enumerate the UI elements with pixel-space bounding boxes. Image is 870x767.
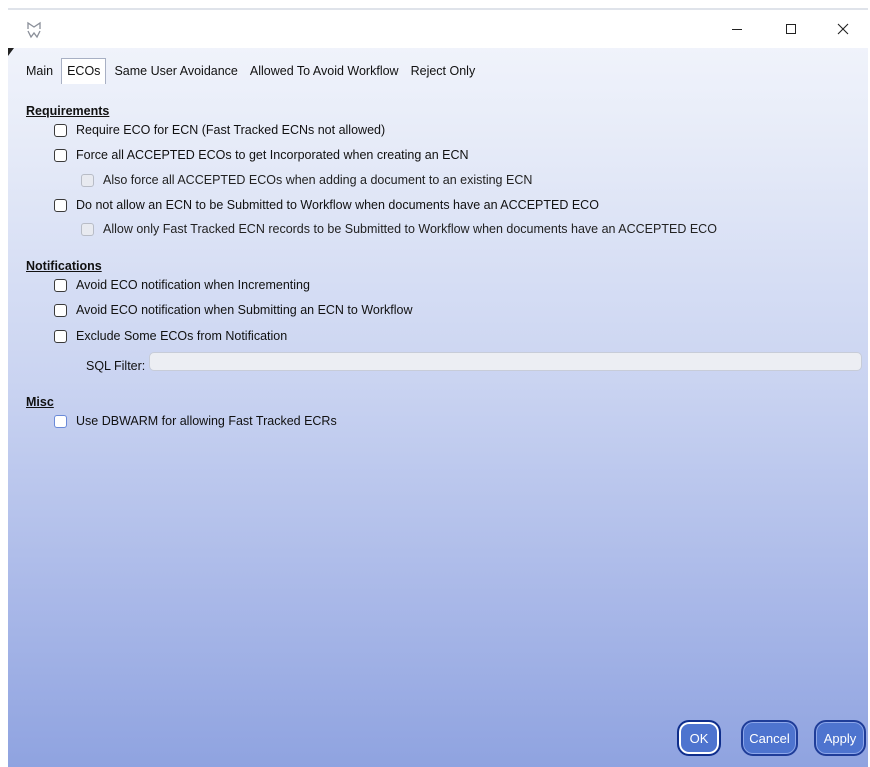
option-label: Require ECO for ECN (Fast Tracked ECNs n… <box>76 123 386 137</box>
close-button[interactable] <box>820 10 866 48</box>
checkbox[interactable] <box>54 278 67 292</box>
option-use-dbwarm[interactable]: Use DBWARM for allowing Fast Tracked ECR… <box>54 414 337 428</box>
checkbox[interactable] <box>54 123 67 137</box>
maximize-button[interactable] <box>768 10 814 48</box>
option-allow-fast-tracked-only: Allow only Fast Tracked ECN records to b… <box>81 222 717 236</box>
minimize-icon <box>732 29 742 30</box>
option-label: Avoid ECO notification when Submitting a… <box>76 303 413 317</box>
option-label: Avoid ECO notification when Incrementing <box>76 278 310 292</box>
section-title-notifications: Notifications <box>26 259 102 273</box>
section-title-requirements: Requirements <box>26 104 110 118</box>
app-logo-icon <box>27 21 41 39</box>
option-label: Do not allow an ECN to be Submitted to W… <box>76 198 599 212</box>
checkbox[interactable] <box>54 329 67 343</box>
option-require-eco[interactable]: Require ECO for ECN (Fast Tracked ECNs n… <box>54 123 385 137</box>
checkbox[interactable] <box>54 414 67 428</box>
minimize-button[interactable] <box>714 10 760 48</box>
settings-window: Main ECOs Same User Avoidance Allowed To… <box>8 8 868 767</box>
title-bar <box>8 10 868 48</box>
option-label: Also force all ACCEPTED ECOs when adding… <box>103 173 533 187</box>
option-force-accepted-ecos[interactable]: Force all ACCEPTED ECOs to get Incorpora… <box>54 148 469 162</box>
checkbox-disabled <box>81 173 94 187</box>
option-block-submit-with-accepted-eco[interactable]: Do not allow an ECN to be Submitted to W… <box>54 198 599 212</box>
option-label: Use DBWARM for allowing Fast Tracked ECR… <box>76 414 337 428</box>
option-exclude-some-ecos[interactable]: Exclude Some ECOs from Notification <box>54 329 287 343</box>
option-also-force-accepted-ecos: Also force all ACCEPTED ECOs when adding… <box>81 173 532 187</box>
close-icon <box>837 23 849 35</box>
tab-main[interactable]: Main <box>20 61 59 82</box>
option-label: Exclude Some ECOs from Notification <box>76 329 288 343</box>
maximize-icon <box>786 24 796 34</box>
tab-bar: Main ECOs Same User Avoidance Allowed To… <box>20 58 481 84</box>
checkbox[interactable] <box>54 148 67 162</box>
sql-filter-input[interactable] <box>149 352 862 371</box>
option-avoid-notification-incrementing[interactable]: Avoid ECO notification when Incrementing <box>54 278 310 292</box>
option-label: Force all ACCEPTED ECOs to get Incorpora… <box>76 148 469 162</box>
checkbox[interactable] <box>54 198 67 212</box>
sql-filter-label: SQL Filter: <box>86 359 146 373</box>
apply-button[interactable]: Apply <box>814 720 866 756</box>
option-avoid-notification-submitting[interactable]: Avoid ECO notification when Submitting a… <box>54 303 413 317</box>
corner-marker <box>8 48 14 56</box>
tab-ecos[interactable]: ECOs <box>61 58 107 84</box>
checkbox[interactable] <box>54 303 67 317</box>
tab-allowed-to-avoid-workflow[interactable]: Allowed To Avoid Workflow <box>244 61 405 82</box>
checkbox-disabled <box>81 222 94 236</box>
tab-reject-only[interactable]: Reject Only <box>405 61 482 82</box>
cancel-button[interactable]: Cancel <box>741 720 798 756</box>
ok-button[interactable]: OK <box>677 720 721 756</box>
option-label: Allow only Fast Tracked ECN records to b… <box>103 222 717 236</box>
section-title-misc: Misc <box>26 395 54 409</box>
tab-same-user-avoidance[interactable]: Same User Avoidance <box>108 61 243 82</box>
